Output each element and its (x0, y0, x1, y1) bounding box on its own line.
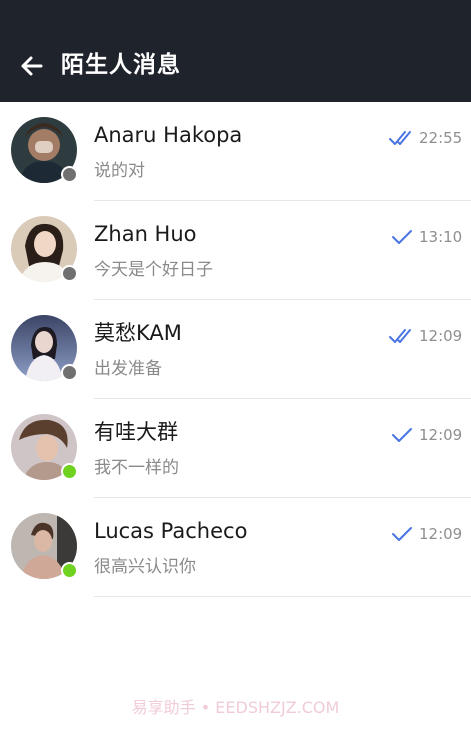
contact-name: 莫愁KAM (94, 321, 182, 345)
double-check-icon (389, 131, 411, 145)
status-offline-dot (61, 265, 78, 282)
arrow-left-icon (21, 56, 43, 76)
status-online-dot (61, 463, 78, 480)
message-time: 13:10 (419, 228, 463, 246)
contact-name: Zhan Huo (94, 222, 197, 246)
status-offline-dot (61, 364, 78, 381)
conversation-row[interactable]: Anaru Hakopa 说的对 22:55 (0, 102, 471, 201)
message-preview: 出发准备 (94, 359, 162, 379)
row-divider (94, 596, 471, 597)
check-icon (392, 527, 412, 541)
contact-name: Anaru Hakopa (94, 123, 243, 147)
message-preview: 我不一样的 (94, 458, 179, 478)
message-time: 12:09 (419, 525, 463, 543)
conversation-row[interactable]: Lucas Pacheco 很高兴认识你 12:09 (0, 498, 471, 597)
top-app-bar: 陌生人消息 (0, 0, 471, 102)
conversation-list: Anaru Hakopa 说的对 22:55 Zhan Huo 今天是个好日子 … (0, 102, 471, 597)
watermark: 易享助手 • EEDSHZJZ.COM (131, 698, 340, 717)
conversation-row[interactable]: Zhan Huo 今天是个好日子 13:10 (0, 201, 471, 300)
message-time: 12:09 (419, 327, 463, 345)
message-preview: 今天是个好日子 (94, 260, 213, 280)
status-offline-dot (61, 166, 78, 183)
page-title: 陌生人消息 (61, 52, 181, 78)
message-preview: 很高兴认识你 (94, 557, 196, 577)
check-icon (392, 428, 412, 442)
contact-name: Lucas Pacheco (94, 519, 248, 543)
conversation-row[interactable]: 莫愁KAM 出发准备 12:09 (0, 300, 471, 399)
check-icon (392, 230, 412, 244)
back-button[interactable] (14, 52, 50, 80)
contact-name: 有哇大群 (94, 420, 178, 444)
conversation-row[interactable]: 有哇大群 我不一样的 12:09 (0, 399, 471, 498)
double-check-icon (389, 329, 411, 343)
status-online-dot (61, 562, 78, 579)
message-time: 22:55 (419, 129, 463, 147)
message-preview: 说的对 (94, 161, 145, 181)
message-time: 12:09 (419, 426, 463, 444)
